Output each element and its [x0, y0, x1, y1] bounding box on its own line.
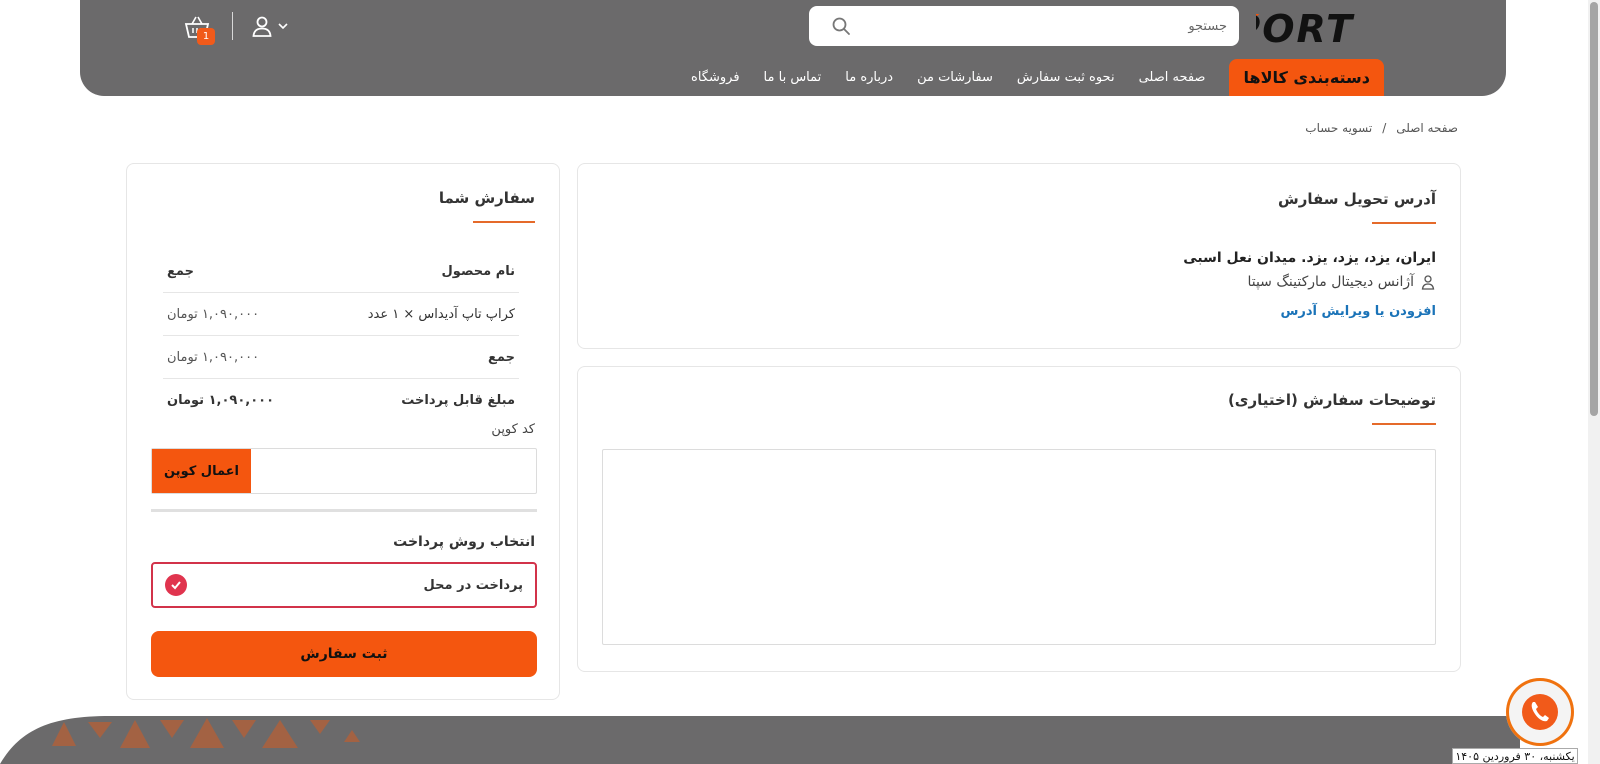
order-title: سفارش شما: [438, 189, 535, 207]
payment-option-cod[interactable]: پرداخت در محل: [151, 562, 537, 608]
title-underline: [1372, 423, 1436, 425]
breadcrumb-home[interactable]: صفحه اصلی: [1396, 121, 1458, 135]
payable-value: ۱,۰۹۰,۰۰۰ تومان: [167, 393, 275, 408]
main-nav: دسته‌بندی کالاها صفحه اصلی نحوه ثبت سفار…: [691, 59, 1384, 96]
payment-method-title: انتخاب روش پرداخت: [393, 534, 535, 550]
address-recipient: آژانس دیجیتال مارکتینگ سپتا: [1247, 274, 1436, 290]
submit-order-button[interactable]: ثبت سفارش: [151, 631, 537, 677]
search-input[interactable]: [851, 18, 1227, 34]
table-row: جمع ۱,۰۹۰,۰۰۰ تومان: [163, 336, 519, 379]
order-summary-card: سفارش شما نام محصول جمع کراپ تاپ آدیداس …: [126, 163, 560, 700]
search-icon[interactable]: [831, 16, 851, 36]
order-notes-textarea[interactable]: [602, 449, 1436, 645]
user-menu[interactable]: [250, 14, 288, 38]
address-title: آدرس تحویل سفارش: [1278, 190, 1436, 208]
product-name: کراپ تاپ آدیداس × ۱ عدد: [367, 306, 515, 322]
coupon-field[interactable]: اعمال کوپن: [151, 448, 537, 494]
header-divider: [232, 12, 233, 40]
check-icon: [165, 574, 187, 596]
title-underline: [1372, 222, 1436, 224]
nav-link-shop[interactable]: فروشگاه: [691, 70, 740, 85]
notes-title: توضیحات سفارش (اختیاری): [1227, 391, 1436, 409]
subtotal-value: ۱,۰۹۰,۰۰۰ تومان: [167, 349, 260, 365]
site-logo[interactable]: TEK SPORT: [1256, 6, 1570, 48]
order-table: نام محصول جمع کراپ تاپ آدیداس × ۱ عدد ۱,…: [163, 250, 519, 422]
nav-link-about[interactable]: درباره ما: [845, 70, 893, 85]
user-icon: [1421, 275, 1435, 290]
site-header: TEK SPORT 1 دسته‌بندی کالاها صفحه اصلی ن…: [80, 0, 1506, 96]
category-menu-button[interactable]: دسته‌بندی کالاها: [1229, 59, 1384, 96]
breadcrumb: صفحه اصلی / تسویه حساب: [1305, 121, 1458, 135]
whatsapp-button[interactable]: [1506, 678, 1574, 746]
chevron-down-icon[interactable]: [278, 21, 288, 31]
scrollbar[interactable]: [1588, 0, 1600, 764]
order-notes-card: توضیحات سفارش (اختیاری): [577, 366, 1461, 672]
nav-link-home[interactable]: صفحه اصلی: [1139, 70, 1206, 85]
divider: [151, 509, 537, 512]
breadcrumb-separator: /: [1382, 121, 1387, 135]
user-icon[interactable]: [250, 14, 274, 38]
table-row: کراپ تاپ آدیداس × ۱ عدد ۱,۰۹۰,۰۰۰ تومان: [163, 293, 519, 336]
phone-icon: [1522, 694, 1558, 730]
coupon-label: کد کوپن: [491, 422, 535, 437]
subtotal-label: جمع: [488, 349, 515, 365]
header-product: نام محصول: [441, 263, 515, 279]
scrollbar-thumb[interactable]: [1590, 2, 1598, 416]
table-header: نام محصول جمع: [163, 250, 519, 293]
date-display: یکشنبه، ۳۰ فروردین ۱۴۰۵: [1452, 748, 1578, 764]
recipient-name: آژانس دیجیتال مارکتینگ سپتا: [1247, 274, 1414, 290]
title-underline: [473, 221, 535, 223]
delivery-address-card: آدرس تحویل سفارش ایران، یزد، یزد، یزد. م…: [577, 163, 1461, 349]
header-total: جمع: [167, 263, 194, 279]
product-total: ۱,۰۹۰,۰۰۰ تومان: [167, 306, 260, 322]
nav-link-how-to-order[interactable]: نحوه ثبت سفارش: [1017, 70, 1115, 85]
nav-link-my-orders[interactable]: سفارشات من: [917, 70, 993, 85]
payment-option-label: پرداخت در محل: [423, 577, 523, 593]
edit-address-link[interactable]: افزودن یا ویرایش آدرس: [1280, 304, 1436, 319]
table-row: مبلغ قابل پرداخت ۱,۰۹۰,۰۰۰ تومان: [163, 379, 519, 422]
apply-coupon-button[interactable]: اعمال کوپن: [152, 449, 251, 493]
address-text: ایران، یزد، یزد، یزد. میدان نعل اسبی: [1183, 250, 1436, 266]
payable-label: مبلغ قابل پرداخت: [401, 393, 515, 408]
cart-count-badge: 1: [197, 28, 215, 45]
search-bar[interactable]: [809, 6, 1239, 46]
nav-link-contact[interactable]: تماس با ما: [764, 70, 822, 85]
breadcrumb-current: تسویه حساب: [1305, 121, 1373, 135]
svg-text:SPORT: SPORT: [1256, 7, 1355, 48]
footer-decoration: [0, 716, 1520, 764]
